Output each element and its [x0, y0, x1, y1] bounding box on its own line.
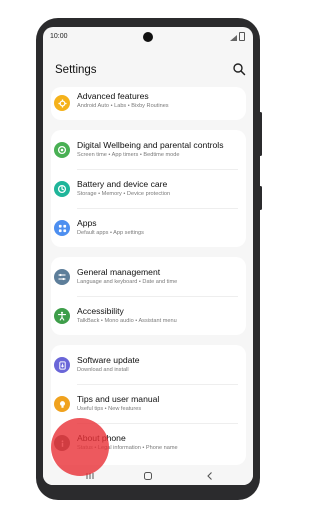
item-subtitle: Default apps • App settings: [77, 230, 144, 236]
puzzle-icon: [54, 95, 70, 111]
settings-item-battery-device-care[interactable]: Battery and device care Storage • Memory…: [51, 169, 246, 208]
front-camera: [143, 32, 153, 42]
item-title: Software update: [77, 355, 140, 365]
wellbeing-icon: [54, 142, 70, 158]
status-icons: [230, 32, 245, 42]
settings-card-general: General management Language and keyboard…: [51, 257, 246, 335]
settings-item-apps[interactable]: Apps Default apps • App settings: [51, 208, 246, 247]
software-update-icon: [54, 357, 70, 373]
item-subtitle: Language and keyboard • Date and time: [77, 279, 178, 285]
settings-item-accessibility[interactable]: Accessibility TalkBack • Mono audio • As…: [51, 296, 246, 335]
settings-item-general-management[interactable]: General management Language and keyboard…: [51, 257, 246, 296]
battery-care-icon: [54, 181, 70, 197]
settings-card-wellbeing: Digital Wellbeing and parental controls …: [51, 130, 246, 247]
sliders-icon: [54, 269, 70, 285]
status-time: 10:00: [50, 33, 68, 40]
power-button: [259, 186, 262, 210]
tips-icon: [54, 396, 70, 412]
item-title: Battery and device care: [77, 179, 168, 189]
phone-screen: 10:00 Settings Advanced features Android…: [43, 27, 253, 485]
settings-item-software-update[interactable]: Software update Download and install: [51, 345, 246, 384]
search-icon[interactable]: [232, 62, 246, 76]
item-subtitle: Screen time • App timers • Bedtime mode: [77, 152, 180, 158]
item-title: Advanced features: [77, 91, 149, 101]
home-icon[interactable]: [141, 469, 155, 483]
settings-card-advanced: Advanced features Android Auto • Labs • …: [51, 87, 246, 120]
item-title: Apps: [77, 218, 97, 228]
status-bar: 10:00: [43, 27, 253, 47]
tap-indicator: [51, 418, 109, 476]
item-subtitle: Storage • Memory • Device protection: [77, 191, 171, 197]
item-subtitle: Android Auto • Labs • Bixby Routines: [77, 103, 169, 109]
apps-icon: [54, 220, 70, 236]
item-subtitle: TalkBack • Mono audio • Assistant menu: [77, 318, 177, 324]
back-icon[interactable]: [203, 469, 217, 483]
item-title: Accessibility: [77, 306, 124, 316]
item-subtitle: Useful tips • New features: [77, 406, 142, 412]
signal-icon: [230, 34, 237, 41]
item-subtitle: Download and install: [77, 367, 129, 373]
accessibility-icon: [54, 308, 70, 324]
battery-icon: [239, 32, 245, 41]
item-title: Tips and user manual: [77, 394, 160, 404]
item-title: General management: [77, 267, 161, 277]
settings-item-advanced-features[interactable]: Advanced features Android Auto • Labs • …: [51, 87, 246, 120]
settings-item-digital-wellbeing[interactable]: Digital Wellbeing and parental controls …: [51, 130, 246, 169]
item-title: Digital Wellbeing and parental controls: [77, 140, 224, 150]
volume-button: [259, 112, 262, 156]
page-title: Settings: [55, 64, 97, 76]
